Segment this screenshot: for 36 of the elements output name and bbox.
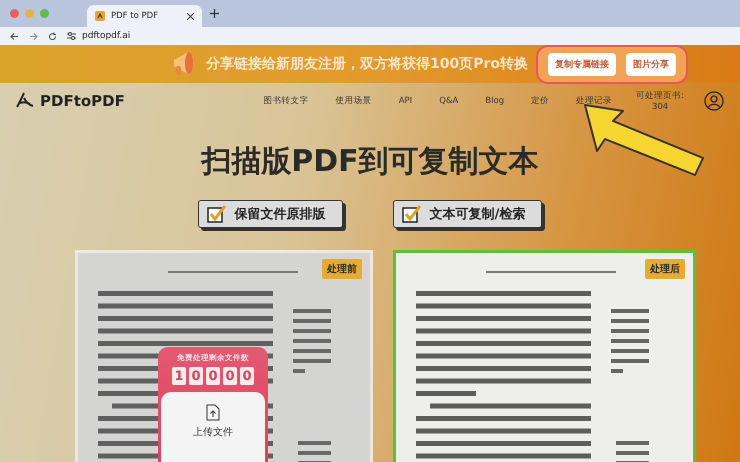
- nav-link[interactable]: 定价: [531, 95, 550, 107]
- upload-button[interactable]: 上传文件: [161, 392, 265, 462]
- counter-digit: 0: [189, 367, 203, 385]
- logo-icon: [16, 92, 34, 110]
- nav-link[interactable]: 处理记录: [576, 95, 612, 107]
- sample-badge: 处理前: [322, 259, 362, 279]
- site-settings-icon[interactable]: [67, 32, 76, 40]
- browser-tab[interactable]: PDF to PDF: [87, 5, 202, 27]
- counter-digit: 0: [223, 367, 237, 385]
- close-tab-icon[interactable]: [187, 12, 194, 20]
- counter-digit: 1: [172, 367, 186, 385]
- share-button[interactable]: 复制专属链接: [548, 52, 616, 76]
- nav-link[interactable]: Blog: [485, 96, 504, 106]
- promo-text: 分享链接给新朋友注册，双方将获得100页Pro转换: [206, 55, 528, 73]
- share-button[interactable]: 图片分享: [626, 52, 676, 76]
- sample-badge: 处理后: [645, 259, 685, 279]
- forward-icon[interactable]: [29, 32, 38, 40]
- counter-digit: 0: [206, 367, 220, 385]
- user-avatar-icon[interactable]: [704, 91, 724, 111]
- feature-label: 文本可复制/检索: [430, 206, 526, 223]
- pages-count: 304: [652, 102, 668, 112]
- back-icon[interactable]: [10, 32, 19, 40]
- feature-label: 保留文件原排版: [234, 206, 326, 223]
- nav-link[interactable]: API: [398, 96, 412, 106]
- logo-text: PDFtoPDF: [40, 92, 125, 110]
- nav-link[interactable]: Q&A: [439, 96, 458, 106]
- pages-label: 可处理页书:: [636, 90, 684, 102]
- new-tab-icon[interactable]: [210, 9, 219, 18]
- counter-digit: 0: [240, 367, 254, 385]
- url-text[interactable]: pdftopdf.ai: [82, 31, 130, 41]
- reload-icon[interactable]: [48, 32, 57, 40]
- nav-link[interactable]: 图书转文字: [264, 95, 309, 107]
- pdf-file-icon: [95, 11, 105, 21]
- file-upload-icon: [206, 404, 220, 421]
- nav-link[interactable]: 使用场景: [336, 95, 372, 107]
- page-title: 扫描版PDF到可复制文本: [201, 143, 539, 181]
